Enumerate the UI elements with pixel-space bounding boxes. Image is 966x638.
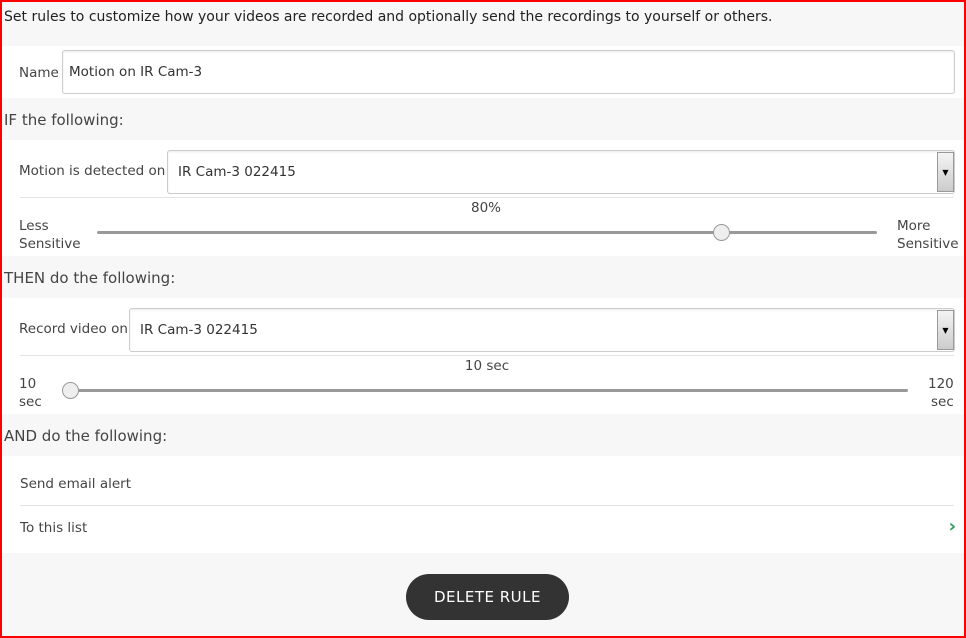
name-input[interactable]: Motion on IR Cam-3	[62, 50, 955, 94]
to-this-list-row[interactable]: To this list ›	[2, 506, 964, 553]
then-panel: Record video on IR Cam-3 022415 ▼ 10 sec …	[2, 298, 964, 414]
duration-value: 10 sec	[464, 358, 510, 374]
record-label: Record video on	[19, 321, 128, 337]
motion-camera-select[interactable]: IR Cam-3 022415 ▼	[167, 150, 955, 194]
delete-rule-button[interactable]: DELETE RULE	[406, 574, 569, 620]
motion-camera-value: IR Cam-3 022415	[178, 164, 296, 180]
if-panel: Motion is detected on IR Cam-3 022415 ▼ …	[2, 140, 964, 256]
duration-slider-thumb[interactable]	[62, 382, 79, 399]
dropdown-arrow-icon[interactable]: ▼	[937, 152, 954, 192]
and-panel: Send email alert To this list ›	[2, 456, 964, 553]
name-label: Name	[19, 65, 59, 81]
chevron-right-icon[interactable]: ›	[949, 516, 956, 537]
divider	[20, 197, 954, 198]
less-sensitive-label: Less Sensitive	[19, 218, 81, 252]
then-section-title: THEN do the following:	[4, 269, 176, 287]
duration-slider-track[interactable]	[70, 389, 908, 392]
sensitivity-slider-thumb[interactable]	[713, 224, 730, 241]
and-section-title: AND do the following:	[4, 427, 168, 445]
motion-label: Motion is detected on	[19, 163, 166, 179]
send-email-label[interactable]: Send email alert	[20, 476, 131, 492]
if-section-title: IF the following:	[4, 111, 124, 129]
duration-min-label: 10 sec	[19, 376, 42, 410]
dropdown-arrow-icon[interactable]: ▼	[937, 310, 954, 350]
intro-text: Set rules to customize how your videos a…	[4, 9, 773, 25]
more-sensitive-label: More Sensitive	[897, 218, 959, 252]
sensitivity-slider-track[interactable]	[97, 231, 877, 234]
to-this-list-label: To this list	[20, 520, 88, 536]
duration-max-label: 120 sec	[928, 376, 954, 410]
record-camera-select[interactable]: IR Cam-3 022415 ▼	[129, 308, 955, 352]
record-camera-value: IR Cam-3 022415	[140, 322, 258, 338]
divider	[20, 355, 954, 356]
sensitivity-value: 80%	[470, 200, 502, 216]
name-row: Name Motion on IR Cam-3	[2, 46, 964, 98]
